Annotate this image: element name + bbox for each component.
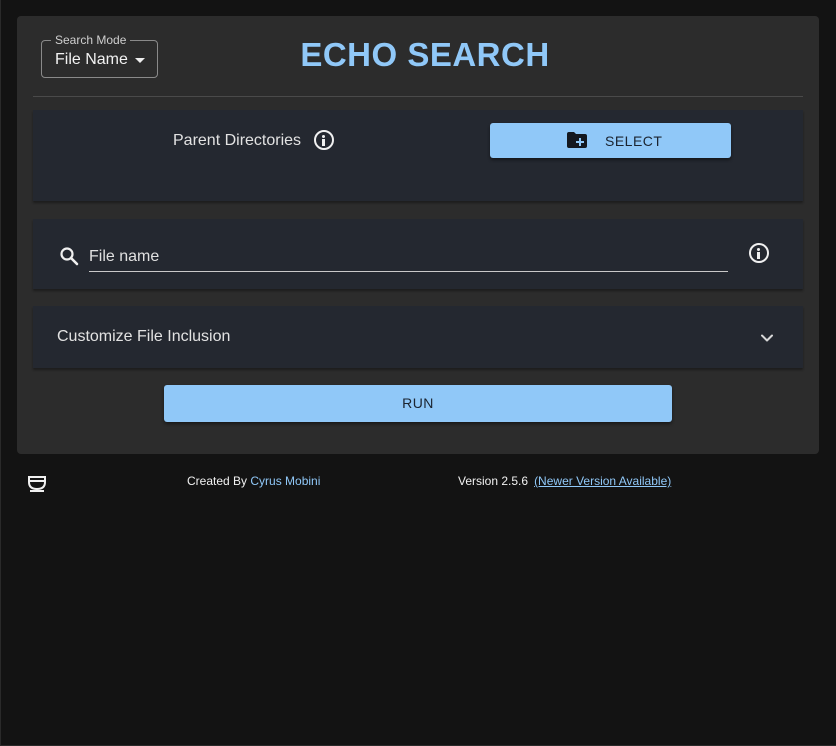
newer-version-link[interactable]: (Newer Version Available) [534,474,671,488]
customize-file-inclusion-accordion[interactable]: Customize File Inclusion [33,306,803,368]
file-name-search-panel [33,219,803,289]
version-info: Version 2.5.6 (Newer Version Available) [458,474,671,488]
select-button-label: SELECT [605,133,663,149]
customize-file-inclusion-label: Customize File Inclusion [57,328,231,345]
select-directories-button[interactable]: SELECT [490,123,731,158]
page-title: ECHO SEARCH [300,36,550,73]
info-icon[interactable] [314,130,334,150]
dropdown-caret-icon [135,58,145,63]
info-icon[interactable] [749,243,769,263]
run-button[interactable]: RUN [164,385,672,422]
parent-directories-label: Parent Directories [173,132,302,149]
footer: Created By Cyrus Mobini Version 2.5.6 (Ne… [0,468,836,494]
search-mode-value: File Name [55,51,128,68]
search-mode-select[interactable]: Search Mode File Name [41,33,158,78]
created-by-label: Created By [187,474,248,488]
search-mode-label: Search Mode [51,33,131,47]
coffee-cup-icon[interactable] [27,472,47,492]
folder-add-icon [567,132,587,148]
created-by-text: Created By Cyrus Mobini [187,474,320,488]
header-divider [33,96,803,97]
search-icon [60,247,79,266]
file-name-input[interactable] [89,243,728,272]
run-button-label: RUN [402,395,434,411]
version-label: Version 2.5.6 [458,474,529,488]
author-link[interactable]: Cyrus Mobini [250,474,320,488]
main-card: Search Mode File Name ECHO SEARCH Parent… [17,16,819,454]
chevron-down-icon[interactable] [757,328,777,348]
parent-directories-panel: Parent Directories SELECT [33,110,803,201]
